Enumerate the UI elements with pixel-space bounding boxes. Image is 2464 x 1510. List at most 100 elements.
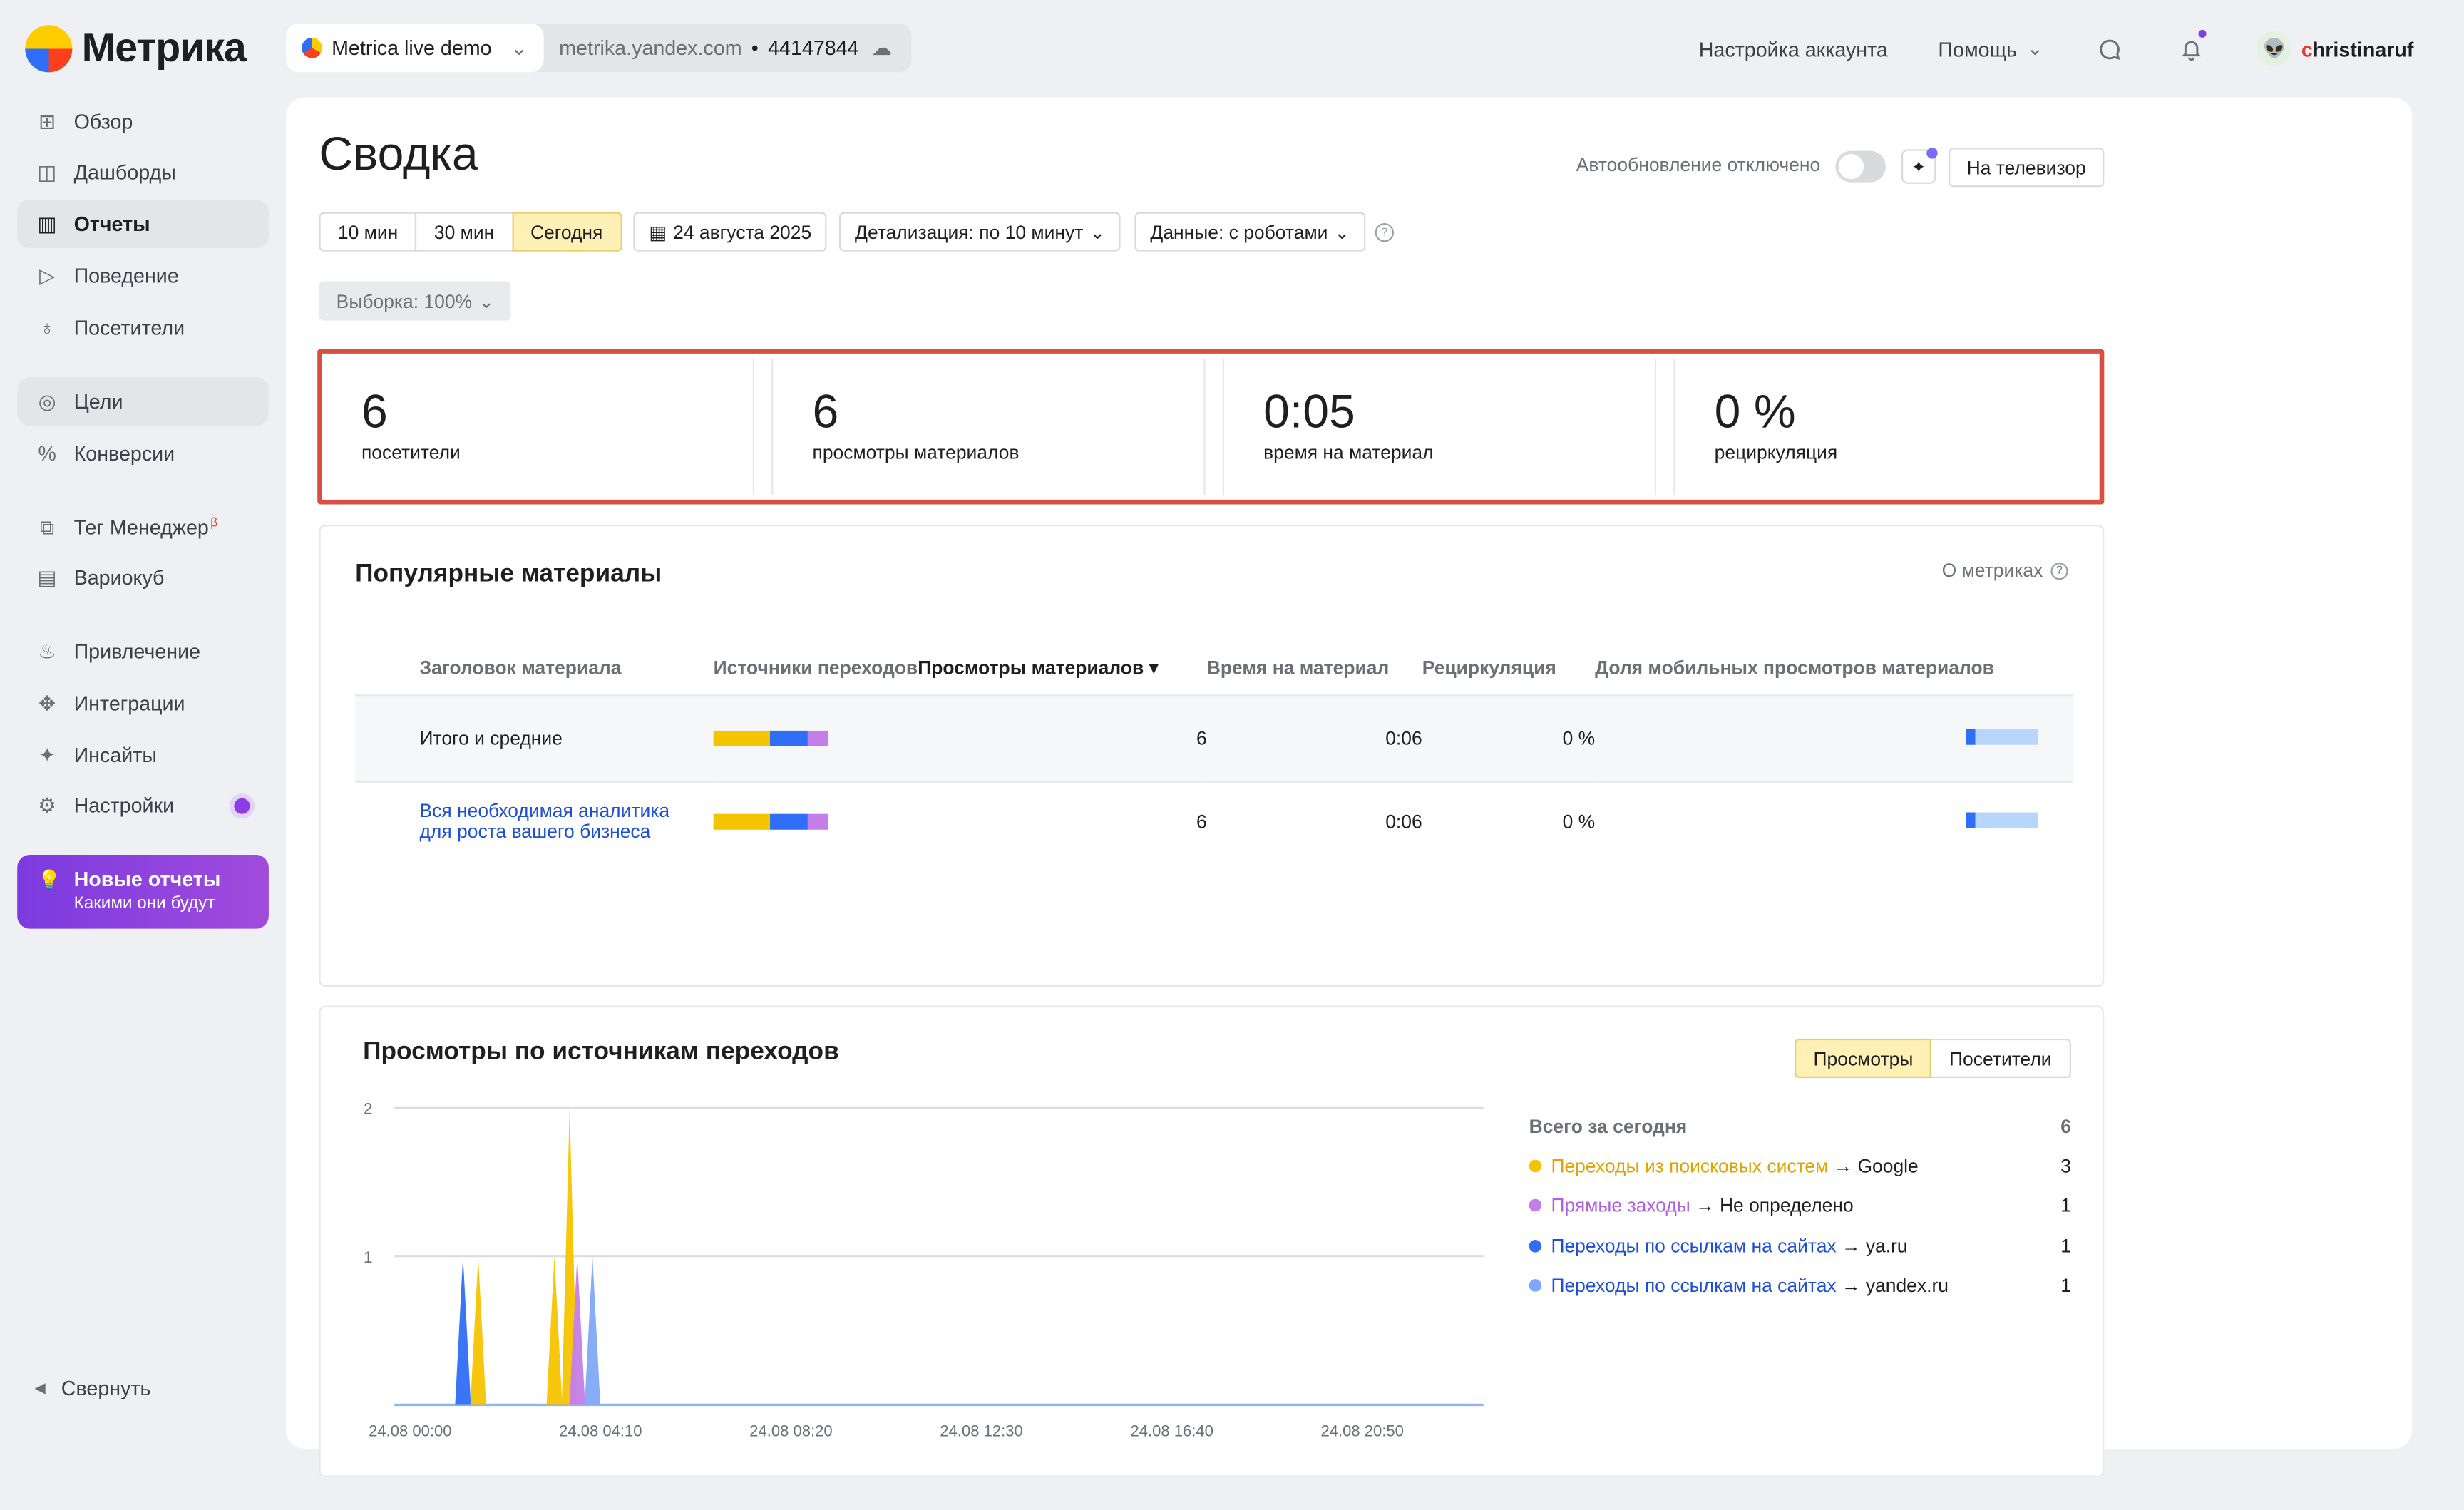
sidebar-item-variocube[interactable]: ▤ Вариокуб — [17, 553, 269, 602]
person-icon: ♁ — [39, 316, 55, 340]
x-tick-label: 24.08 04:10 — [559, 1422, 642, 1440]
legend-item[interactable]: Прямые заходы → Не определено 1 — [1529, 1186, 2071, 1226]
sidebar-item-goals[interactable]: ◎ Цели — [17, 376, 269, 426]
account-settings-link[interactable]: Настройка аккаунта — [1699, 37, 1888, 61]
legend-dot-icon — [1529, 1279, 1542, 1293]
counter-url[interactable]: metrika.yandex.com — [543, 36, 751, 60]
page-title: Сводка — [319, 128, 478, 181]
username: christinaruf — [2301, 36, 2414, 61]
top-bar: Метрика Metrica live demo ⌄ metrika.yand… — [0, 0, 2464, 98]
sidebar-item-label: Вариокуб — [73, 565, 165, 590]
tab-views[interactable]: Просмотры — [1795, 1038, 1932, 1079]
target-icon: ◎ — [38, 389, 56, 413]
counter-dropdown[interactable]: Metrica live demo ⌄ — [286, 24, 544, 73]
cloud-icon[interactable]: ☁ — [859, 36, 911, 61]
y-tick-label: 2 — [364, 1100, 372, 1118]
column-header-time[interactable]: Время на материал — [1206, 641, 1422, 697]
new-reports-promo[interactable]: 💡 Новые отчеты Какими они будут — [17, 855, 269, 929]
sidebar: ⊞ Обзор ◫ Дашборды ▥ Отчеты ▷ Поведение ♁ Пос… — [0, 98, 286, 1432]
sidebar-item-dashboards[interactable]: ◫ Дашборды — [17, 148, 269, 196]
legend-target: yandex.ru — [1865, 1275, 1949, 1297]
bell-icon[interactable] — [2176, 29, 2207, 64]
sidebar-item-settings[interactable]: ⚙ Настройки — [17, 781, 269, 829]
sidebar-item-integrations[interactable]: ✥ Интеграции — [17, 679, 269, 727]
sidebar-item-label: Цели — [73, 389, 123, 414]
period-10min[interactable]: 10 мин — [319, 212, 417, 252]
column-header-mobile-share[interactable]: Доля мобильных просмотров материалов — [1595, 641, 2038, 697]
table-row: Вся необходимая аналитика для роста вашег… — [355, 782, 2073, 861]
sidebar-item-reports[interactable]: ▥ Отчеты — [17, 199, 269, 249]
sparkle-icon: ✦ — [38, 742, 56, 766]
legend-source: Прямые заходы — [1551, 1194, 1690, 1217]
logo[interactable]: Метрика — [25, 24, 247, 72]
detail-label: Детализация: по 10 минут — [855, 220, 1084, 243]
play-icon: ▷ — [39, 263, 56, 287]
popular-materials-table: Заголовок материала Источники переходов … — [355, 641, 2073, 861]
row-title-link[interactable]: Вся необходимая аналитика для роста вашег… — [419, 782, 713, 861]
kpi-value: 0:05 — [1263, 386, 1355, 438]
user-menu[interactable]: 👽 christinaruf — [2257, 31, 2413, 66]
row-recirculation: 0 % — [1562, 811, 1596, 833]
triangle-left-icon: ◀ — [34, 1380, 46, 1396]
avatar: 👽 — [2257, 31, 2292, 66]
help-icon[interactable]: ? — [1375, 222, 1395, 242]
legend-item[interactable]: Переходы по ссылкам на сайтах → yandex.r… — [1529, 1265, 2071, 1305]
data-filter-dropdown[interactable]: Данные: с роботами ⌄ — [1134, 212, 1366, 252]
tv-button[interactable]: На телевизор — [1949, 148, 2105, 188]
legend-item[interactable]: Переходы из поисковых систем → Google 3 — [1529, 1146, 2071, 1186]
period-30min[interactable]: 30 мин — [415, 212, 513, 252]
sidebar-item-label: Поведение — [73, 264, 179, 288]
mobile-share-bar — [1595, 782, 2038, 861]
legend-item[interactable]: Переходы по ссылкам на сайтах → ya.ru 1 — [1529, 1226, 2071, 1265]
help-menu[interactable]: Помощь ⌄ — [1938, 36, 2043, 61]
sidebar-item-behavior[interactable]: ▷ Поведение — [17, 252, 269, 300]
sidebar-item-tag-manager[interactable]: ⧉ Тег Менеджер β — [17, 503, 269, 551]
legend-dot-icon — [1529, 1199, 1542, 1212]
period-selector: 10 мин 30 мин Сегодня — [319, 212, 622, 252]
row-time: 0:06 — [1206, 695, 1422, 783]
chevron-down-icon: ⌄ — [478, 289, 495, 312]
about-metrics-link[interactable]: О метриках ? — [1942, 560, 2068, 582]
column-header-title[interactable]: Заголовок материала — [419, 641, 714, 697]
sidebar-item-conversions[interactable]: % Конверсии — [17, 429, 269, 478]
sources-bar — [713, 695, 918, 783]
legend-value: 1 — [2060, 1275, 2072, 1297]
cube-icon: ▤ — [37, 565, 57, 589]
sidebar-item-label: Настройки — [73, 793, 175, 818]
sidebar-item-insights[interactable]: ✦ Инсайты — [17, 731, 269, 779]
column-header-views[interactable]: Просмотры материалов ▾ — [918, 641, 1207, 697]
detail-dropdown[interactable]: Детализация: по 10 минут ⌄ — [838, 212, 1121, 252]
dashboards-icon: ◫ — [37, 159, 57, 183]
sources-chart-card: Просмотры по источникам переходов Просмо… — [319, 1005, 2105, 1477]
help-label: Помощь — [1938, 36, 2018, 61]
legend-value: 1 — [2060, 1234, 2072, 1257]
sidebar-item-label: Посетители — [73, 316, 185, 340]
percent-icon: % — [38, 441, 56, 466]
column-header-sources[interactable]: Источники переходов — [713, 641, 918, 697]
autoupdate-toggle[interactable] — [1835, 150, 1886, 183]
sidebar-item-visitors[interactable]: ♁ Посетители — [17, 303, 269, 351]
sidebar-item-acquisition[interactable]: ♨ Привлечение — [17, 627, 269, 675]
row-time: 0:06 — [1385, 811, 1422, 833]
sample-dropdown[interactable]: Выборка: 100% ⌄ — [319, 281, 512, 321]
table-header-row: Заголовок материала Источники переходов … — [355, 641, 2073, 697]
logo-text: Метрика — [81, 24, 247, 71]
tv-mode-icon[interactable]: ✦ — [1901, 148, 1938, 184]
beta-badge: β — [210, 515, 218, 530]
chart-peak — [584, 1256, 601, 1405]
counter-separator: • — [751, 36, 759, 60]
kpi-label: просмотры материалов — [812, 441, 1020, 464]
sources-area-chart: 2 1 24.08 00:00 24.08 04:10 24.08 08:20 24.08… — [364, 1100, 1484, 1440]
period-today[interactable]: Сегодня — [511, 212, 622, 252]
kpi-label: время на материал — [1263, 441, 1434, 464]
chat-icon[interactable] — [2094, 33, 2125, 64]
legend-target: Не определено — [1719, 1194, 1854, 1217]
chart-peak — [546, 1256, 563, 1405]
data-filter-label: Данные: с роботами — [1150, 220, 1328, 243]
sidebar-item-overview[interactable]: ⊞ Обзор — [17, 98, 269, 146]
collapse-sidebar-button[interactable]: ◀ Свернуть — [34, 1377, 150, 1400]
x-tick-label: 24.08 08:20 — [749, 1422, 832, 1440]
date-picker[interactable]: ▦ 24 августа 2025 — [633, 212, 828, 252]
column-header-recirculation[interactable]: Рециркуляция — [1422, 641, 1596, 697]
tab-visitors[interactable]: Посетители — [1931, 1038, 2071, 1079]
